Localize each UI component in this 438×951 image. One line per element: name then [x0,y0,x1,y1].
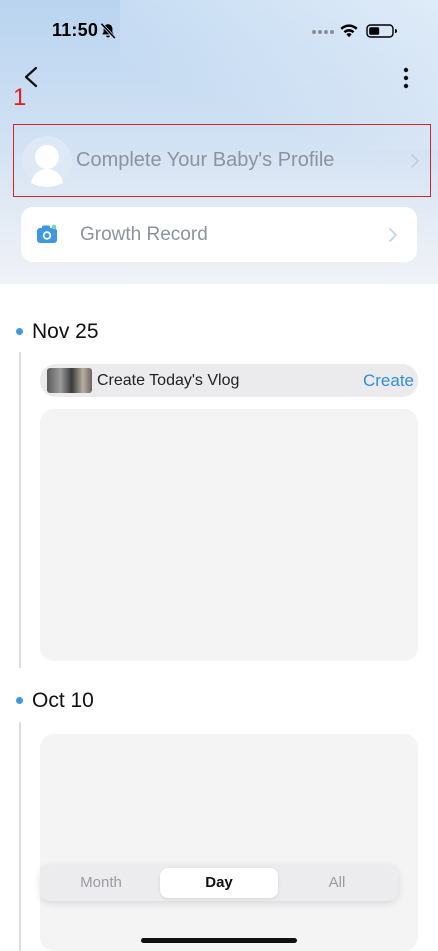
complete-profile-banner[interactable]: Complete Your Baby's Profile [13,124,431,197]
create-vlog-label: Create Today's Vlog [97,372,240,389]
cellular-signal-icon [312,30,334,34]
timeline-date: Oct 10 [32,689,94,712]
view-option-day[interactable]: Day [160,868,278,898]
growth-record-card[interactable]: Growth Record [21,207,417,262]
annotation-marker: 1 [13,84,27,111]
view-option-month[interactable]: Month [42,868,160,898]
media-placeholder [40,734,418,951]
growth-record-label: Growth Record [80,224,208,245]
view-mode-switch: Month Day All [40,865,398,901]
status-bar: 11:50 [0,0,438,62]
timeline-dot [16,697,23,704]
create-vlog-bar: Create Today's Vlog Create [40,364,418,397]
home-indicator [141,938,297,943]
complete-profile-label: Complete Your Baby's Profile [76,149,335,171]
media-placeholder [40,409,418,661]
timeline-line [19,722,21,951]
camera-icon [37,224,57,243]
chevron-right-icon [389,228,397,242]
vertical-ellipsis-icon [403,67,409,89]
status-time: 11:50 [52,20,99,40]
create-vlog-button[interactable]: Create [363,371,414,391]
more-options-button[interactable] [394,62,418,92]
bell-slash-icon [100,22,116,40]
timeline-date: Nov 25 [32,320,99,343]
view-option-all[interactable]: All [278,868,396,898]
baby-avatar-icon [22,136,72,187]
wifi-icon [340,24,358,38]
vlog-thumbnail [47,368,92,393]
baby-timeline-screen: 11:50 1 Complete Your Baby's Profile Gro… [0,0,438,951]
timeline-dot [16,328,23,335]
battery-icon [366,24,397,38]
timeline-line [19,352,21,668]
chevron-right-icon [411,154,419,168]
